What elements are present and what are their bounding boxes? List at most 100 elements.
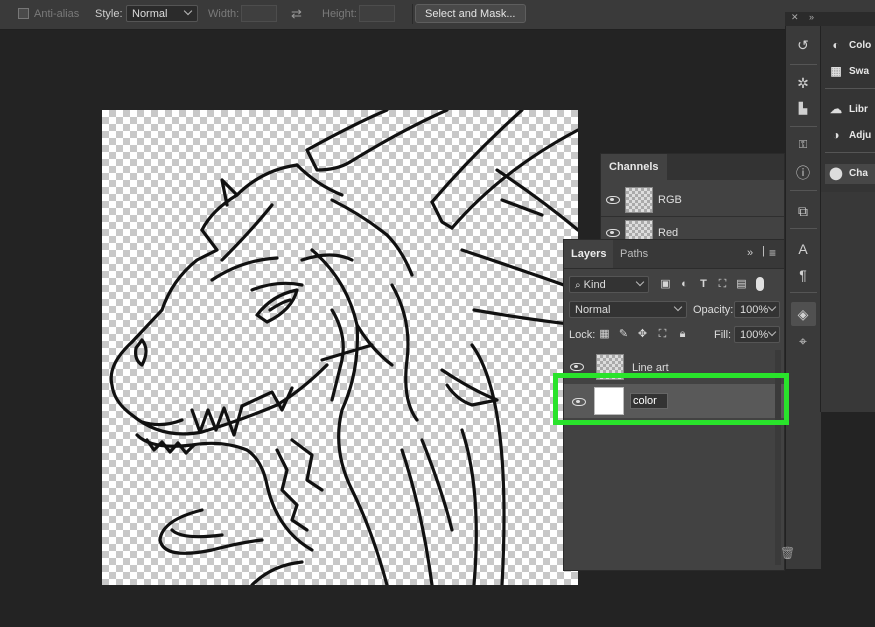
divider xyxy=(790,190,817,191)
history-icon[interactable]: ↺ xyxy=(794,36,812,54)
smart-object-filter-icon[interactable]: ▤ xyxy=(735,278,748,291)
grid-icon: ▦ xyxy=(830,64,842,79)
brushes-icon[interactable]: ▙ xyxy=(794,100,812,118)
channel-name: RGB xyxy=(658,194,682,206)
width-input[interactable] xyxy=(241,5,277,22)
tab-layers[interactable]: Layers xyxy=(564,240,614,268)
channels-panel: Channels RGB Red xyxy=(600,153,785,250)
channels-panel-tab[interactable]: ⬤ Cha xyxy=(825,164,875,184)
fill-value: 100% xyxy=(740,329,769,341)
expand-icon[interactable]: » xyxy=(809,12,814,22)
filter-kind-value: Kind xyxy=(583,279,606,291)
palette-icon: ◐ xyxy=(832,38,840,53)
anti-alias-checkbox[interactable] xyxy=(18,8,29,19)
blend-mode-value: Normal xyxy=(575,304,611,316)
clone-source-icon[interactable]: ⚿ xyxy=(794,136,812,154)
channels-panel-label: Cha xyxy=(849,168,868,179)
blend-mode-select[interactable]: Normal xyxy=(569,301,687,318)
trash-icon[interactable]: 🗑︎ xyxy=(780,546,795,560)
options-bar: Anti-alias Style: Normal Width: ⇄ Height… xyxy=(0,0,875,30)
divider-icon: | xyxy=(762,245,765,257)
close-icon[interactable]: ✕ xyxy=(791,12,799,23)
adjustment-filter-icon[interactable]: ◐ xyxy=(678,278,691,291)
chevron-down-icon xyxy=(631,277,645,290)
panel-menu-icon[interactable]: ≡ xyxy=(769,246,776,260)
properties-icon[interactable]: ⧉ xyxy=(794,202,812,220)
lock-image-icon[interactable]: ✎ xyxy=(617,328,630,341)
brush-settings-icon[interactable]: ✲ xyxy=(794,74,812,92)
dragon-line-art xyxy=(109,110,578,585)
adjustments-panel-tab[interactable]: ◑ Adju xyxy=(829,126,875,146)
eye-icon[interactable] xyxy=(606,229,620,237)
tab-channels[interactable]: Channels xyxy=(601,154,667,180)
eye-icon[interactable] xyxy=(570,363,584,371)
fill-input[interactable]: 100% xyxy=(734,326,780,343)
divider xyxy=(790,228,817,229)
libraries-panel-label: Libr xyxy=(849,104,868,115)
select-and-mask-button[interactable]: Select and Mask... xyxy=(415,4,526,23)
character-icon[interactable]: A xyxy=(794,240,812,258)
divider xyxy=(790,292,817,293)
adjustments-panel-label: Adju xyxy=(849,130,872,141)
height-label: Height: xyxy=(322,8,357,20)
divider xyxy=(825,152,875,153)
style-label: Style: xyxy=(95,8,123,20)
layers-panel-header: Layers Paths » | ≡ xyxy=(564,240,784,269)
chevron-down-icon xyxy=(669,302,683,315)
paragraph-icon[interactable]: ¶ xyxy=(794,266,812,284)
shape-filter-icon[interactable]: ⛶ xyxy=(716,278,729,291)
eye-icon[interactable] xyxy=(606,196,620,204)
channels-panel-header: Channels xyxy=(601,154,784,180)
paths-icon[interactable]: ⌖ xyxy=(794,332,812,350)
filter-toggle-icon[interactable] xyxy=(756,277,764,291)
chevron-down-icon xyxy=(179,6,193,19)
tab-paths[interactable]: Paths xyxy=(613,240,655,268)
collapse-icon[interactable]: » xyxy=(747,247,753,259)
panel-icon-strip: ↺ ✲ ▙ ⚿ ⓘ ⧉ A ¶ ◈ ⌖ xyxy=(785,26,821,569)
type-filter-icon[interactable]: T xyxy=(697,278,710,291)
pixel-filter-icon[interactable]: ▣ xyxy=(659,278,672,291)
height-input[interactable] xyxy=(359,5,395,22)
fill-label: Fill: xyxy=(714,329,732,341)
channels-icon: ⬤ xyxy=(829,166,843,181)
width-label: Width: xyxy=(208,8,240,20)
lock-position-icon[interactable]: ✥ xyxy=(636,328,649,341)
style-value: Normal xyxy=(132,8,168,20)
opacity-input[interactable]: 100% xyxy=(734,301,780,318)
channel-row-rgb[interactable]: RGB xyxy=(601,184,784,217)
cloud-icon: ☁ xyxy=(830,102,842,117)
opacity-value: 100% xyxy=(740,304,769,316)
anti-alias-label: Anti-alias xyxy=(34,8,80,20)
chevron-down-icon xyxy=(767,327,777,340)
layers-panel-button[interactable]: ◈ xyxy=(791,302,816,326)
channel-name: Red xyxy=(658,227,679,239)
search-icon: ⌕ xyxy=(575,280,581,291)
style-select[interactable]: Normal xyxy=(126,5,198,22)
divider xyxy=(790,64,817,65)
swatches-panel-label: Swa xyxy=(849,66,870,77)
divider xyxy=(790,126,817,127)
document-canvas[interactable] xyxy=(102,110,578,585)
lock-all-icon[interactable]: 🔒︎ xyxy=(676,328,689,341)
adjustments-icon: ◑ xyxy=(832,128,840,143)
divider xyxy=(412,4,413,24)
swatches-panel-tab[interactable]: ▦ Swa xyxy=(829,62,875,82)
color-panel-label: Colo xyxy=(849,40,872,51)
layers-icon: ◈ xyxy=(797,306,809,322)
chevron-down-icon xyxy=(767,302,777,315)
info-icon[interactable]: ⓘ xyxy=(794,164,812,182)
color-panel-tab[interactable]: ◐ Colo xyxy=(829,36,875,56)
collapsed-panels: ◐ Colo ▦ Swa ☁ Libr ◑ Adju ⬤ Cha xyxy=(820,26,875,192)
lock-label: Lock: xyxy=(569,329,596,341)
opacity-label: Opacity: xyxy=(693,304,734,316)
layer-highlight-box xyxy=(553,373,789,425)
divider xyxy=(825,88,875,89)
swap-icon[interactable]: ⇄ xyxy=(291,6,302,22)
channel-thumbnail xyxy=(625,187,653,213)
libraries-panel-tab[interactable]: ☁ Libr xyxy=(829,100,875,120)
lock-transparent-icon[interactable]: ▦ xyxy=(598,328,611,341)
filter-kind-select[interactable]: ⌕ Kind xyxy=(569,276,649,293)
panel-area xyxy=(820,192,875,412)
dock-header: ✕ » xyxy=(785,12,875,26)
lock-artboard-icon[interactable]: ⛶ xyxy=(656,328,669,341)
